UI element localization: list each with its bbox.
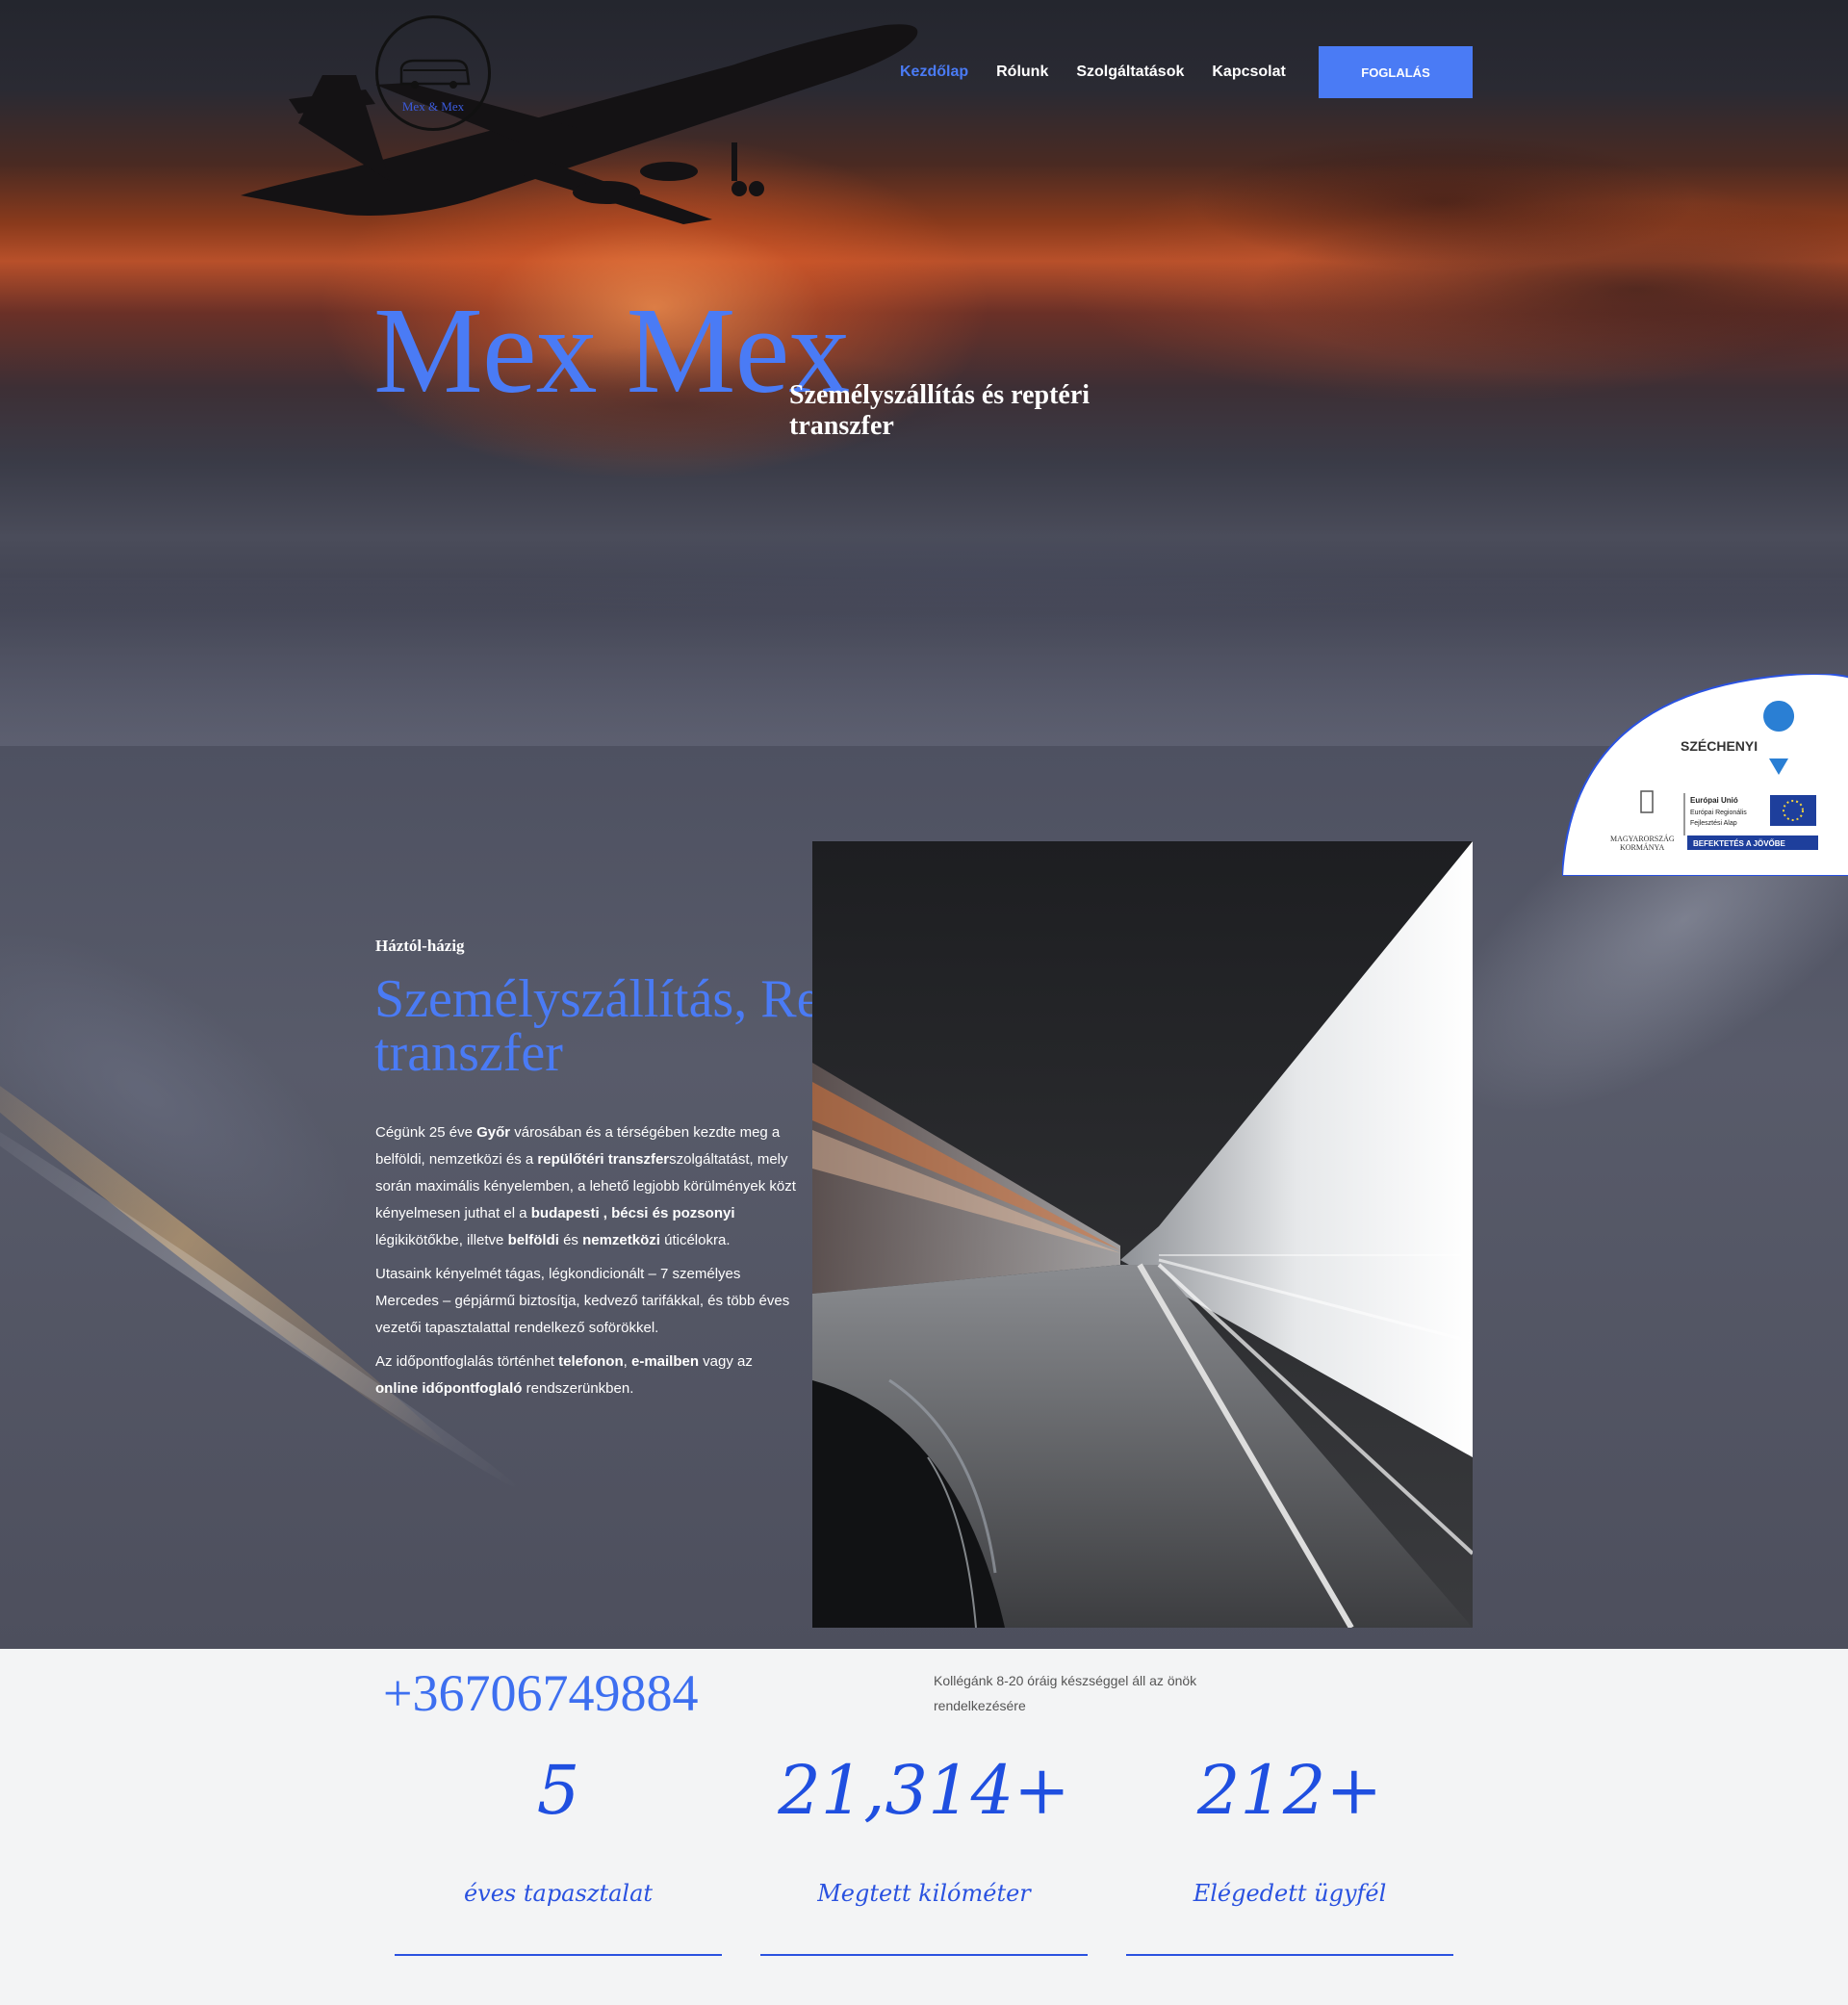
logo-text: Mex & Mex bbox=[401, 99, 465, 114]
emphasis-text: repülőtéri transzfer bbox=[537, 1151, 670, 1168]
minibus-icon bbox=[399, 59, 471, 89]
intro-paragraph: Az időpontfoglalás történhet telefonon, … bbox=[375, 1349, 799, 1402]
stat-label: éves tapasztalat bbox=[463, 1880, 654, 1907]
tunnel-car-photo bbox=[812, 841, 1473, 1628]
stat-label: Elégedett ügyfél bbox=[1193, 1880, 1387, 1907]
badge-eu-line1: Európai Unió bbox=[1690, 796, 1738, 805]
phone-number[interactable]: +36706749884 bbox=[383, 1663, 698, 1723]
nav-item-about[interactable]: Rólunk bbox=[996, 64, 1048, 81]
emphasis-text: Győr bbox=[476, 1124, 511, 1141]
text-run: és bbox=[558, 1232, 583, 1248]
text-run: vagy az bbox=[699, 1353, 753, 1370]
text-run: Utasaink kényelmét tágas, légkondicionál… bbox=[375, 1266, 790, 1336]
badge-gov-line1: MAGYARORSZÁG bbox=[1610, 834, 1675, 843]
stat-experience: 5 éves tapasztalat bbox=[395, 1747, 722, 1956]
badge-eu-line3: Fejlesztési Alap bbox=[1690, 820, 1737, 827]
text-run: rendszerünkben. bbox=[522, 1380, 634, 1397]
emphasis-text: nemzetközi bbox=[582, 1232, 660, 1248]
text-run: Cégünk 25 éve bbox=[375, 1124, 477, 1141]
hero-section: Mex & Mex Kezdőlap Rólunk Szolgáltatások… bbox=[0, 0, 1848, 746]
szechenyi-2020-badge: SZÉCHENYI 2020 MAGYARORSZÁG KORMÁNYA Eur… bbox=[1562, 674, 1848, 876]
emphasis-text: e-mailben bbox=[630, 1353, 700, 1370]
emphasis-text: telefonon bbox=[558, 1353, 624, 1370]
badge-invest: BEFEKTETÉS A JÖVŐBE bbox=[1693, 839, 1786, 848]
availability-text: Kollégánk 8-20 óráig készséggel áll az ö… bbox=[934, 1673, 1197, 1713]
emphasis-text: budapesti , bécsi és pozsonyi bbox=[530, 1205, 735, 1221]
stat-label: Megtett kilóméter bbox=[817, 1880, 1031, 1907]
stat-customers: 212+ Elégedett ügyfél bbox=[1126, 1747, 1453, 1956]
emphasis-text: belföldi bbox=[507, 1232, 559, 1248]
hero-title: Mex Mex bbox=[373, 282, 850, 419]
badge-szechenyi: SZÉCHENYI bbox=[1681, 738, 1758, 754]
text-run: úticélokra. bbox=[659, 1232, 731, 1248]
stat-divider bbox=[1126, 1954, 1453, 1956]
emphasis-text: online időpontfoglaló bbox=[375, 1380, 523, 1397]
intro-paragraph: Utasaink kényelmét tágas, légkondicionál… bbox=[375, 1261, 799, 1342]
section-kicker: Háztól-házig bbox=[375, 937, 465, 955]
intro-paragraph: Cégünk 25 éve Győr városában és a térség… bbox=[375, 1119, 799, 1254]
stat-divider bbox=[760, 1954, 1088, 1956]
stat-kilometers: 21,314+ Megtett kilóméter bbox=[760, 1747, 1088, 1956]
hero-subtitle: Személyszállítás és reptéri transzfer bbox=[789, 380, 1091, 441]
stat-value: 212+ bbox=[1196, 1751, 1383, 1830]
badge-gov-line2: KORMÁNYA bbox=[1620, 842, 1664, 852]
stat-value: 21,314+ bbox=[778, 1751, 1070, 1830]
nav-item-home[interactable]: Kezdőlap bbox=[900, 64, 968, 81]
intro-text: Cégünk 25 éve Győr városában és a térség… bbox=[375, 1119, 799, 1409]
main-nav: Kezdőlap Rólunk Szolgáltatások Kapcsolat bbox=[900, 64, 1314, 81]
nav-item-services[interactable]: Szolgáltatások bbox=[1076, 64, 1184, 81]
stat-divider bbox=[395, 1954, 722, 1956]
text-run: Az időpontfoglalás történhet bbox=[375, 1353, 559, 1370]
booking-button[interactable]: FOGLALÁS bbox=[1319, 46, 1473, 98]
text-run: , bbox=[623, 1353, 631, 1370]
text-run: légikikötőkbe, illetve bbox=[375, 1232, 508, 1248]
badge-eu-line2: Európai Regionális bbox=[1690, 810, 1747, 816]
badge-year: 2020 bbox=[1767, 742, 1789, 753]
stat-value: 5 bbox=[536, 1751, 580, 1830]
nav-item-contact[interactable]: Kapcsolat bbox=[1212, 64, 1285, 81]
airplane-silhouette bbox=[241, 24, 918, 224]
eu-flag-icon bbox=[1770, 795, 1816, 826]
logo[interactable]: Mex & Mex bbox=[375, 15, 491, 131]
